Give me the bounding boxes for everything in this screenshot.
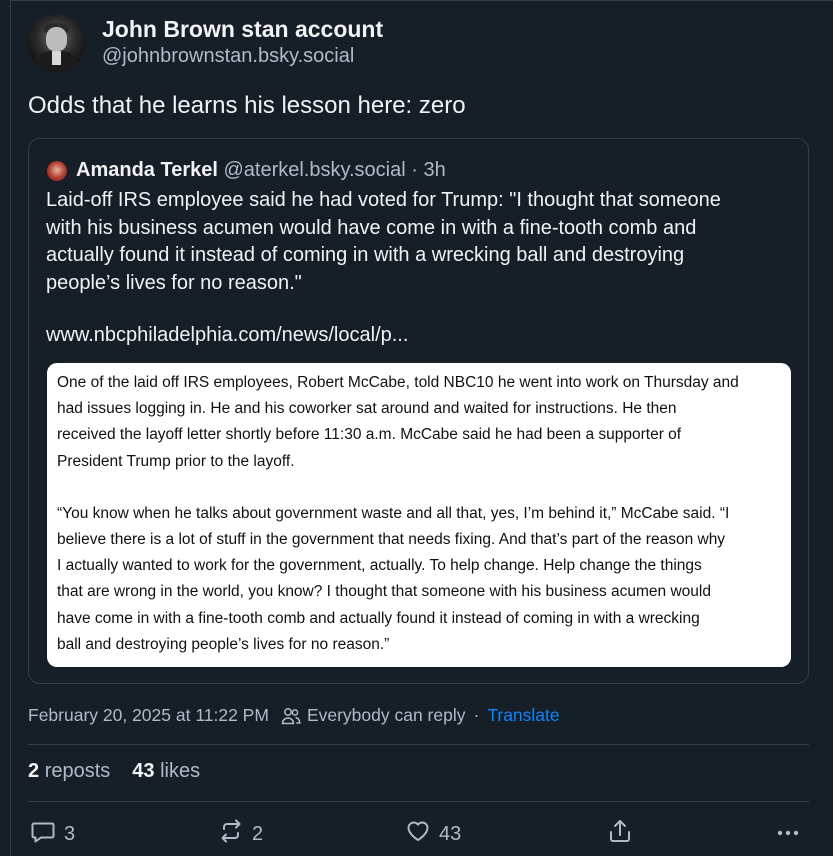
more-options-button[interactable] (775, 818, 801, 850)
article-line: “You know when he talks about government… (57, 504, 730, 522)
quoted-text-line: Laid-off IRS employee said he had voted … (46, 189, 721, 211)
quoted-post-text: Laid-off IRS employee said he had voted … (46, 187, 796, 297)
repost-icon (218, 818, 244, 850)
post-meta-row: February 20, 2025 at 11:22 PM Everybody … (28, 705, 560, 726)
quoted-text-line: actually found it instead of coming in w… (46, 244, 685, 266)
reply-button[interactable]: 3 (30, 818, 75, 850)
divider (28, 801, 809, 802)
reposts-count: 2 (28, 760, 40, 782)
meta-separator: · (473, 705, 480, 725)
repost-count: 2 (252, 822, 264, 845)
article-line: believe there is a lot of stuff in the g… (57, 531, 726, 549)
quoted-text-line: with his business acumen would have come… (46, 216, 697, 239)
quoted-post-header: Amanda Terkel @aterkel.bsky.social · 3h (76, 159, 446, 182)
more-icon (775, 818, 801, 850)
reposts-label: reposts (44, 760, 111, 782)
post-timestamp[interactable]: February 20, 2025 at 11:22 PM (28, 705, 269, 726)
article-line: President Trump prior to the layoff. (57, 452, 295, 470)
engagement-stats: 2 reposts 43 likes (28, 760, 200, 783)
author-avatar[interactable] (28, 15, 85, 72)
likes-count: 43 (132, 760, 155, 782)
reply-setting-label[interactable]: Everybody can reply (307, 705, 466, 726)
people-icon (281, 707, 301, 725)
repost-button[interactable]: 2 (218, 818, 263, 850)
quoted-post-link[interactable]: www.nbcphiladelphia.com/news/local/p... (46, 324, 408, 347)
reply-count: 3 (64, 822, 76, 845)
reply-icon (30, 818, 56, 850)
divider (28, 744, 809, 745)
article-screenshot-image[interactable]: One of the laid off IRS employees, Rober… (47, 363, 791, 667)
post-actions-bar: 3 2 43 (0, 818, 833, 848)
article-line: ball and destroying people’s lives for n… (57, 635, 390, 653)
reposts-stat[interactable]: 2 reposts (28, 760, 110, 782)
author-handle[interactable]: @johnbrownstan.bsky.social (102, 45, 354, 68)
article-line: I actually wanted to work for the govern… (57, 557, 702, 575)
likes-label: likes (160, 760, 201, 782)
author-display-name[interactable]: John Brown stan account (102, 16, 383, 43)
article-line: received the layoff letter shortly befor… (57, 426, 682, 444)
like-button[interactable]: 43 (405, 818, 461, 850)
quoted-post-age: 3h (423, 159, 446, 181)
quoted-post[interactable]: Amanda Terkel @aterkel.bsky.social · 3h … (28, 138, 809, 684)
translate-link[interactable]: Translate (487, 705, 559, 726)
article-line: had issues logging in. He and his cowork… (57, 400, 677, 418)
share-icon (607, 818, 633, 850)
quoted-author-avatar[interactable] (47, 161, 67, 181)
quoted-author-handle[interactable]: @aterkel.bsky.social (223, 159, 405, 181)
article-line: One of the laid off IRS employees, Rober… (57, 374, 739, 391)
quoted-author-name[interactable]: Amanda Terkel (76, 159, 218, 181)
like-icon (405, 818, 431, 850)
quoted-meta-separator: · (411, 159, 418, 181)
like-count: 43 (439, 822, 462, 845)
likes-stat[interactable]: 43 likes (132, 760, 200, 782)
article-line: have come in with a fine-tooth comb and … (57, 609, 700, 627)
article-line: that are wrong in the world, you know? I… (57, 583, 711, 601)
quoted-text-line: people’s lives for no reason." (46, 271, 302, 294)
post-text: Odds that he learns his lesson here: zer… (28, 92, 466, 119)
share-button[interactable] (607, 818, 633, 850)
